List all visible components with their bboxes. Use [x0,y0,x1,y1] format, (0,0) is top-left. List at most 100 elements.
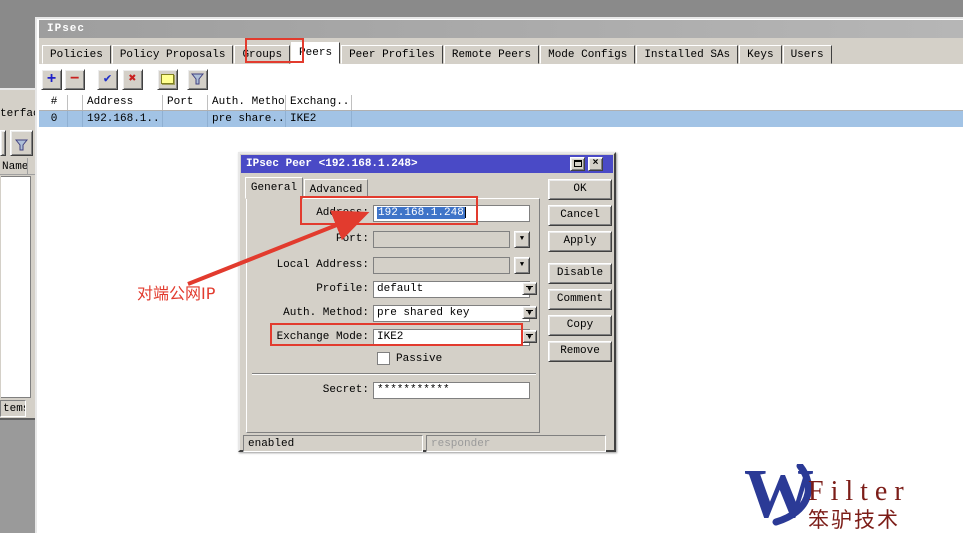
desktop-background-bottom [0,418,35,533]
cell-address: 192.168.1... [83,111,163,127]
column-divider [27,158,28,175]
wfilter-logo: W Filter 笨驴技术 [740,462,960,533]
background-filter-button[interactable] [10,130,33,156]
address-input[interactable]: 192.168.1.248 [373,205,530,222]
separator [252,373,536,375]
local-address-label: Local Address: [250,259,369,271]
text-caret [465,207,466,218]
passive-label: Passive [396,353,442,365]
dialog-titlebar[interactable]: IPsec Peer <192.168.1.248> [241,155,613,173]
background-items-status: tems [0,400,26,417]
background-window-title-fragment: terfac [0,108,35,120]
chevron-down-icon: ▼ [523,311,536,317]
auth-method-select[interactable]: pre shared key [373,305,530,322]
port-dropdown-button[interactable]: ▼ [514,231,530,248]
address-label: Address: [250,207,369,219]
close-button[interactable]: × [588,157,603,171]
col-header-flags[interactable] [68,95,83,110]
apply-button[interactable]: Apply [548,231,612,252]
passive-row: Passive [250,351,538,368]
selected-text: 192.168.1.248 [377,207,465,219]
port-input[interactable] [373,231,510,248]
local-address-input[interactable] [373,257,510,274]
table-row[interactable]: 0 192.168.1... pre share... IKE2 [39,111,963,127]
dialog-tab-general[interactable]: General [245,177,303,199]
table-header: # Address Port Auth. Method Exchang... [39,95,963,111]
annotation-peer-ip-text: 对端公网IP [137,280,215,304]
maximize-icon [574,160,582,167]
port-label: Port: [250,233,369,245]
status-enabled: enabled [243,435,423,452]
exchange-mode-select[interactable]: IKE2 [373,329,530,346]
copy-button[interactable]: Copy [548,315,612,336]
ok-button[interactable]: OK [548,179,612,200]
toolbar: + − ✔ ✖ [39,64,963,95]
tab-peers[interactable]: Peers [291,42,340,64]
background-toolbar-button-partial[interactable] [0,130,6,156]
tab-mode-configs[interactable]: Mode Configs [540,45,635,64]
comment-icon [161,74,174,84]
chevron-down-icon: ▼ [520,235,524,243]
cancel-button[interactable]: Cancel [548,205,612,226]
col-header-index[interactable]: # [40,95,68,110]
enable-button[interactable]: ✔ [97,69,118,90]
maximize-button[interactable] [570,157,585,171]
address-row: Address: 192.168.1.248 [250,205,538,222]
close-icon: × [592,158,598,169]
tab-keys[interactable]: Keys [739,45,781,64]
background-window-strip: terfac Name tems [0,88,35,418]
background-list-area [1,176,31,398]
col-header-address[interactable]: Address [83,95,163,110]
desktop-background [0,0,35,88]
col-header-auth[interactable]: Auth. Method [208,95,286,110]
auth-method-row: Auth. Method: pre shared key ▼ [250,305,538,322]
port-row: Port: ▼ [250,231,538,248]
screen: terfac Name tems IPsec Policies Policy P… [0,0,963,533]
background-name-column-header[interactable]: Name [0,158,35,175]
window-title: IPsec [47,23,85,35]
profile-combo-button[interactable]: ▼ [522,282,537,295]
tab-policy-proposals[interactable]: Policy Proposals [112,45,234,64]
comment-button[interactable]: Comment [548,289,612,310]
profile-select[interactable]: default [373,281,530,298]
chevron-down-icon: ▼ [520,261,524,269]
tab-installed-sas[interactable]: Installed SAs [636,45,738,64]
filter-icon [191,73,204,86]
filter-icon [15,139,28,152]
disable-button[interactable]: ✖ [122,69,143,90]
window-titlebar[interactable]: IPsec [39,20,963,38]
comment-button[interactable] [157,69,178,90]
add-button[interactable]: + [41,69,62,90]
remove-button[interactable]: − [64,69,85,90]
disable-button[interactable]: Disable [548,263,612,284]
local-address-dropdown-button[interactable]: ▼ [514,257,530,274]
exchange-mode-row: Exchange Mode: IKE2 ▼ [250,329,538,346]
secret-row: Secret: *********** [250,382,538,399]
col-header-port[interactable]: Port [163,95,208,110]
ipsec-tab-bar: Policies Policy Proposals Groups Peers P… [39,38,963,64]
passive-checkbox[interactable] [377,352,390,365]
dialog-title: IPsec Peer <192.168.1.248> [246,158,418,170]
status-responder: responder [426,435,606,452]
col-header-exchange[interactable]: Exchang... [286,95,352,110]
chevron-down-icon: ▼ [523,287,536,293]
exchange-mode-label: Exchange Mode: [250,331,369,343]
cell-flags [68,111,83,127]
chevron-down-icon: ▼ [523,335,536,341]
tab-groups[interactable]: Groups [234,45,290,64]
secret-input[interactable]: *********** [373,382,530,399]
auth-method-combo-button[interactable]: ▼ [522,306,537,319]
profile-row: Profile: default ▼ [250,281,538,298]
tab-remote-peers[interactable]: Remote Peers [444,45,539,64]
tab-peer-profiles[interactable]: Peer Profiles [341,45,443,64]
filter-button[interactable] [187,69,208,90]
dialog-tab-advanced[interactable]: Advanced [304,179,368,199]
cell-index: 0 [40,111,68,127]
cell-port [163,111,208,127]
tab-policies[interactable]: Policies [42,45,111,64]
exchange-mode-combo-button[interactable]: ▼ [522,330,537,343]
ipsec-peer-dialog: IPsec Peer <192.168.1.248> × General Adv… [238,152,616,452]
remove-button[interactable]: Remove [548,341,612,362]
tab-users[interactable]: Users [783,45,832,64]
profile-label: Profile: [250,283,369,295]
